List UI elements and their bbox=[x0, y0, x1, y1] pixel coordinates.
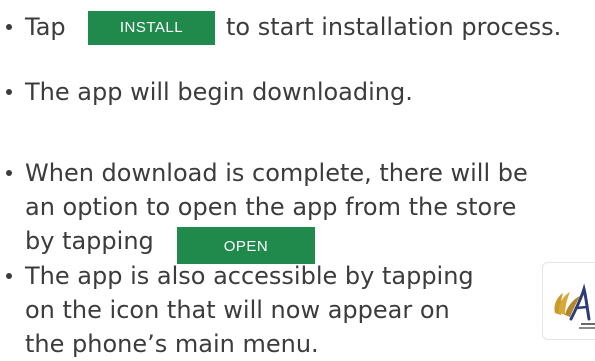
step-1-suffix: to start installation process. bbox=[226, 13, 562, 41]
bullet bbox=[6, 89, 12, 95]
step-3-line-3: by tapping bbox=[25, 227, 154, 255]
bullet bbox=[6, 24, 12, 30]
step-4-line-2: on the icon that will now appear on bbox=[25, 296, 450, 324]
step-4-line-1: The app is also accessible by tapping bbox=[25, 262, 474, 290]
step-3-line-1: When download is complete, there will be bbox=[25, 159, 528, 187]
step-1-prefix: Tap bbox=[25, 13, 66, 41]
step-3-line-2: an option to open the app from the store bbox=[25, 193, 517, 221]
bullet bbox=[6, 273, 12, 279]
step-4-line-3: the phone’s main menu. bbox=[25, 330, 319, 358]
install-button[interactable]: INSTALL bbox=[88, 11, 215, 45]
step-2-text: The app will begin downloading. bbox=[25, 78, 413, 106]
app-logo-icon[interactable] bbox=[542, 262, 595, 340]
bullet bbox=[6, 170, 12, 176]
app-logo-graphic bbox=[554, 283, 595, 329]
